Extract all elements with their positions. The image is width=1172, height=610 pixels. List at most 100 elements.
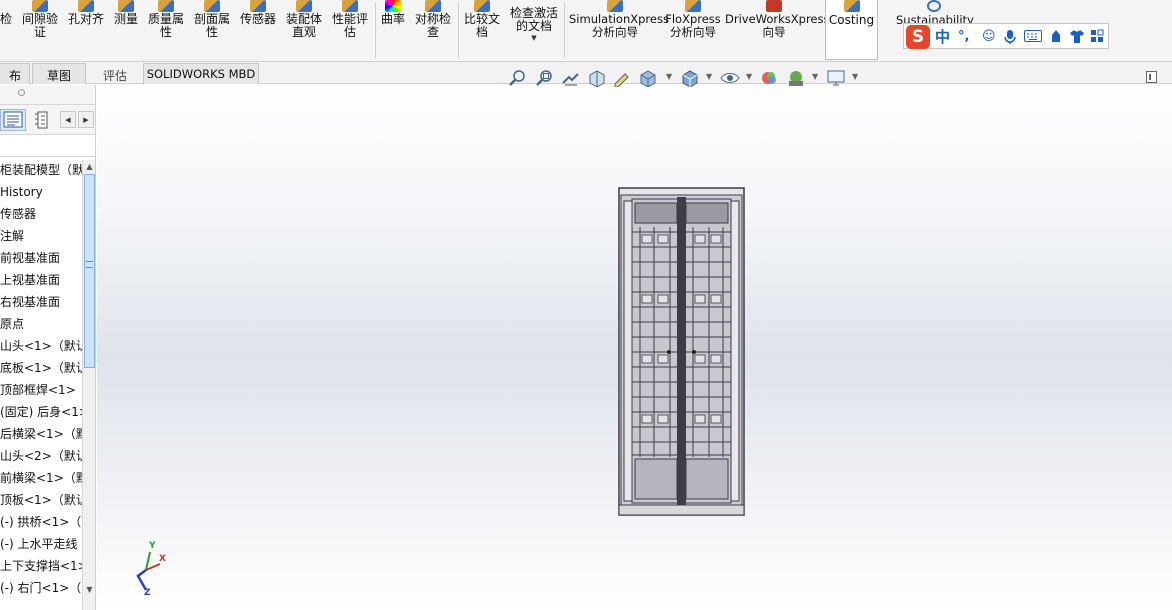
tree-item-component[interactable]: 顶板<1>（默认 [0, 489, 82, 511]
tree-item-right-plane[interactable]: 右视基准面 [0, 291, 82, 313]
grid-icon[interactable] [1090, 29, 1104, 48]
scroll-up-icon[interactable]: ▲ [84, 161, 95, 173]
sogou-logo[interactable]: S [906, 25, 930, 49]
tree-item-component[interactable]: 山头<1>（默认 [0, 335, 82, 357]
tree-item-component[interactable]: 前横梁<1>（默 [0, 467, 82, 489]
reference-triad: Y X Z [132, 541, 168, 600]
check-active-document-button[interactable]: 检查激活的文档 ▼ [508, 0, 560, 62]
tree-item-component[interactable]: 上下支撑挡<1> [0, 555, 82, 577]
hole-alignment-icon [78, 0, 94, 12]
ime-mode-toggle[interactable]: 中 [935, 26, 950, 47]
panel-grip-icon[interactable] [18, 89, 25, 96]
tree-filter-field[interactable] [0, 135, 95, 157]
cabinet-assembly-model[interactable] [618, 187, 745, 516]
keyboard-icon[interactable] [1024, 29, 1042, 48]
tree-item-component[interactable]: 后横梁<1>（默 [0, 423, 82, 445]
tree-item-sensors[interactable]: 传感器 [0, 203, 82, 225]
tree-item-top-plane[interactable]: 上视基准面 [0, 269, 82, 291]
tree-item-history[interactable]: History [0, 181, 82, 203]
ime-punctuation-toggle[interactable]: °, [958, 29, 969, 45]
ribbon-separator [564, 2, 565, 58]
performance-icon [342, 0, 358, 12]
view-orientation-dropdown-icon[interactable]: ▼ [666, 72, 672, 81]
mass-properties-icon [158, 0, 174, 12]
shirt-icon[interactable] [1069, 29, 1085, 48]
check-icon [0, 0, 14, 12]
check-active-document-icon [526, 0, 542, 6]
measure-icon [118, 0, 134, 12]
view-settings-dropdown-icon[interactable]: ▼ [852, 72, 858, 81]
tree-item-origin[interactable]: 原点 [0, 313, 82, 335]
apply-scene-icon[interactable] [786, 69, 806, 87]
hide-show-items-icon[interactable] [720, 69, 740, 87]
emoji-icon[interactable]: ☺ [982, 29, 996, 45]
task-pane-toggle-icon[interactable] [1146, 71, 1157, 83]
section-view-icon[interactable] [587, 69, 607, 87]
measure-button[interactable]: 测量 [110, 0, 142, 62]
tab-evaluate[interactable]: 评估 [90, 63, 140, 84]
previous-view-icon[interactable] [561, 69, 581, 87]
scrollbar-thumb[interactable] [84, 174, 95, 368]
tree-item-front-plane[interactable]: 前视基准面 [0, 247, 82, 269]
scroll-down-icon[interactable]: ▼ [84, 584, 95, 596]
panel-toolbar: ◀ ▶ [0, 105, 95, 135]
costing-button[interactable]: Costing [825, 0, 878, 60]
sustainability-icon [927, 0, 941, 12]
symmetry-check-button[interactable]: 对称检查 [412, 0, 454, 62]
propertymanager-tab-icon[interactable] [32, 110, 56, 130]
scroll-left-button[interactable]: ◀ [60, 111, 76, 128]
tree-scrollbar[interactable]: ▲ ▼ [82, 160, 95, 610]
floxpress-button[interactable]: FloXpress 分析向导 [664, 0, 722, 62]
mass-properties-button[interactable]: 质量属性 [144, 0, 188, 62]
tree-item-annotations[interactable]: 注解 [0, 225, 82, 247]
display-style-dropdown-icon[interactable]: ▼ [706, 72, 712, 81]
tree-item-component[interactable]: 顶部框焊<1>（ [0, 379, 82, 401]
assemblyxpert-button[interactable]: 装配体直观 [282, 0, 326, 62]
tab-layout[interactable]: 布局 [0, 63, 30, 100]
zoom-to-fit-icon[interactable] [508, 69, 528, 87]
assemblyxpert-icon [296, 0, 312, 12]
hole-alignment-button[interactable]: 孔对齐 [64, 0, 108, 62]
display-style-icon[interactable] [680, 69, 700, 87]
scroll-right-button[interactable]: ▶ [78, 111, 94, 128]
dynamic-annotation-icon[interactable] [612, 69, 632, 87]
tree-item-component[interactable]: 底板<1>（默认 [0, 357, 82, 379]
tree-item-root[interactable]: 柜装配模型（默 [0, 159, 82, 181]
chevron-down-icon[interactable]: ▼ [508, 33, 560, 43]
view-settings-icon[interactable] [826, 69, 846, 87]
floxpress-icon [685, 0, 701, 12]
tree-item-component[interactable]: (-) 右门<1>（ [0, 577, 82, 599]
performance-evaluation-button[interactable]: 性能评估 [328, 0, 372, 62]
zoom-to-area-icon[interactable] [535, 69, 555, 87]
clearance-verification-button[interactable]: 间隙验证 [18, 0, 62, 62]
skin-icon[interactable] [1049, 29, 1063, 48]
hide-show-dropdown-icon[interactable]: ▼ [746, 72, 752, 81]
driveworksxpress-button[interactable]: DriveWorksXpress 向导 [724, 0, 829, 62]
curvature-button[interactable]: 曲率 [378, 0, 408, 62]
triad-x-label: X [159, 554, 166, 564]
simulationxpress-icon [607, 0, 623, 12]
featuremanager-tab-icon[interactable] [0, 109, 26, 131]
compare-documents-button[interactable]: 比较文档 [460, 0, 504, 62]
costing-icon [843, 0, 860, 12]
edit-appearance-icon[interactable] [760, 69, 780, 87]
tree-item-component[interactable]: (固定) 后身<1> [0, 401, 82, 423]
section-properties-button[interactable]: 剖面属性 [190, 0, 234, 62]
curvature-icon [385, 0, 401, 12]
ribbon-separator [375, 2, 376, 58]
command-manager-tabs: 布局 草图 评估 SOLIDWORKS MBD [0, 62, 1172, 100]
symmetry-check-icon [425, 0, 441, 12]
tree-item-component[interactable]: 山头<2>（默认 [0, 445, 82, 467]
check-button[interactable]: 检 [0, 0, 14, 62]
simulationxpress-button[interactable]: SimulationXpress 分析向导 [568, 0, 669, 62]
microphone-icon[interactable] [1004, 29, 1016, 50]
tree-item-component[interactable]: (-) 拱桥<1>（ [0, 511, 82, 533]
sensor-button[interactable]: 传感器 [238, 0, 278, 62]
ime-toolbar: S 中 °, ☺ [903, 23, 1109, 49]
view-orientation-icon[interactable] [638, 69, 658, 87]
triad-y-label: Y [149, 541, 156, 551]
apply-scene-dropdown-icon[interactable]: ▼ [812, 72, 818, 81]
tree-item-component[interactable]: (-) 上水平走线 [0, 533, 82, 555]
tab-solidworks-mbd[interactable]: SOLIDWORKS MBD [143, 63, 259, 84]
tab-sketch[interactable]: 草图 [32, 63, 86, 84]
